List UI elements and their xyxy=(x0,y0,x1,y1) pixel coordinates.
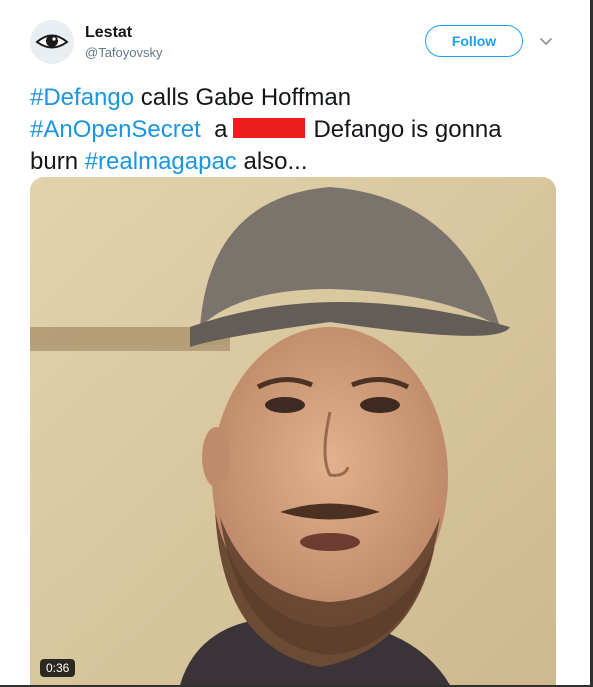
display-name[interactable]: Lestat xyxy=(85,24,132,42)
eye-icon xyxy=(35,34,69,49)
user-handle[interactable]: @Tafoyovsky xyxy=(85,45,163,60)
redaction-box xyxy=(233,118,306,138)
tweet-line-2: #AnOpenSecret a Defango is gonna xyxy=(30,114,560,146)
video-duration: 0:36 xyxy=(40,659,76,677)
chevron-down-icon[interactable] xyxy=(537,32,555,50)
follow-button[interactable]: Follow xyxy=(425,25,523,57)
tweet-text-segment: also... xyxy=(236,148,308,175)
tweet-text-segment: calls Gabe Hoffman xyxy=(134,84,352,111)
video-player[interactable]: 0:36 xyxy=(30,177,556,685)
video-frame xyxy=(30,177,556,685)
hashtag-link[interactable]: #AnOpenSecret xyxy=(30,116,201,143)
tweet-text-segment: burn xyxy=(30,148,85,175)
tweet-text-segment: Defango is gonna xyxy=(313,116,502,143)
tweet-text-segment: a xyxy=(200,116,228,143)
tweet-text: #Defango calls Gabe Hoffman #AnOpenSecre… xyxy=(30,82,560,178)
hashtag-link[interactable]: #realmagapac xyxy=(85,148,237,175)
tweet-line-3: burn #realmagapac also... xyxy=(30,146,560,178)
hashtag-link[interactable]: #Defango xyxy=(30,84,134,111)
avatar[interactable] xyxy=(30,20,74,64)
tweet-line-1: #Defango calls Gabe Hoffman xyxy=(30,82,560,114)
